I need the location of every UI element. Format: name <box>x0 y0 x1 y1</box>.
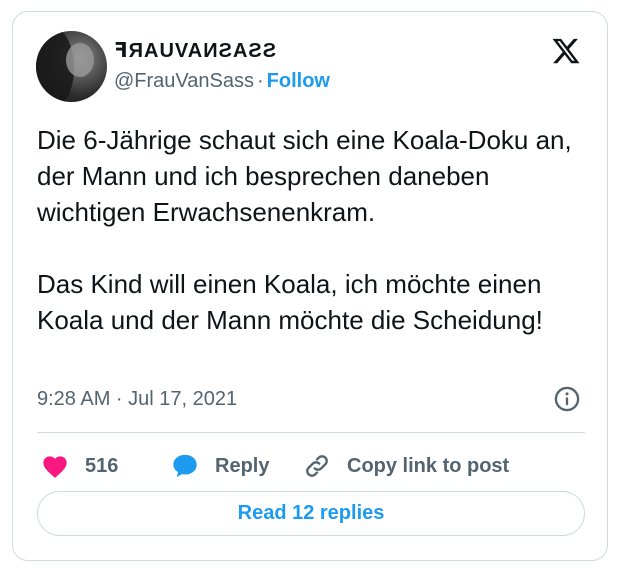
tweet-text: Die 6-Jährige schaut sich eine Koala-Dok… <box>37 122 587 338</box>
read-replies-label: Read 12 replies <box>237 502 385 524</box>
x-logo-icon[interactable] <box>551 36 581 66</box>
author-display-name[interactable]: ꟻЯAUVAИƧAƧƧ <box>114 38 277 63</box>
copy-link-label: Copy link to post <box>347 454 510 477</box>
author-handle[interactable]: @FrauVanSass <box>114 70 254 92</box>
separator-dot: · <box>257 70 264 92</box>
info-icon[interactable] <box>553 385 581 413</box>
like-button[interactable]: 516 <box>41 446 118 486</box>
like-count: 516 <box>85 454 119 477</box>
reply-label: Reply <box>215 454 270 477</box>
tweet-paragraph-2: Das Kind will einen Koala, ich möchte ei… <box>37 269 543 335</box>
action-bar: 516 Reply Copy link to post <box>37 446 585 486</box>
link-icon <box>306 455 328 477</box>
author-handle-line: @FrauVanSass · Follow <box>114 70 330 93</box>
speech-bubble-icon <box>173 454 197 478</box>
heart-icon <box>43 456 67 478</box>
follow-button[interactable]: Follow <box>267 70 330 92</box>
divider <box>37 432 585 433</box>
tweet-paragraph-1: Die 6-Jährige schaut sich eine Koala-Dok… <box>37 125 572 227</box>
tweet-card: ꟻЯAUVAИƧAƧƧ @FrauVanSass · Follow Die 6-Jä… <box>12 11 608 561</box>
read-replies-button[interactable]: Read 12 replies <box>37 491 585 536</box>
avatar[interactable] <box>36 31 107 102</box>
copy-link-button[interactable]: Copy link to post <box>303 446 509 486</box>
tweet-timestamp[interactable]: 9:28 AM · Jul 17, 2021 <box>37 388 237 411</box>
reply-button[interactable]: Reply <box>171 446 269 486</box>
avatar-face <box>66 43 94 77</box>
